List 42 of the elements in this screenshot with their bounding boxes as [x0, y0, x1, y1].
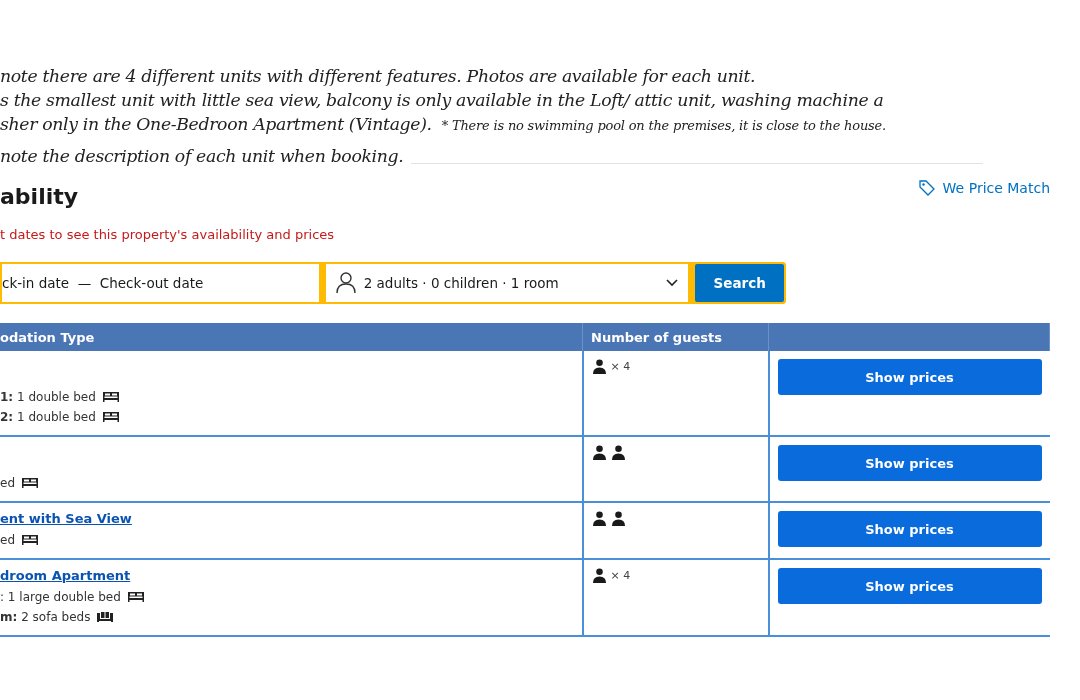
column-header: Number of guests — [582, 323, 769, 351]
footnote-text: * There is no swimming pool on the premises, it is close to the house. — [441, 118, 886, 133]
sofa-icon — [96, 611, 115, 623]
price-match-link[interactable]: We Price Match — [942, 180, 1050, 196]
person-icon — [335, 272, 356, 294]
person-icon — [591, 568, 607, 583]
person-icon — [610, 445, 626, 460]
note-text: note the description of each unit when booking. — [0, 145, 404, 168]
note-text: sher only in the One-Bedroon Apartment (Vintage). — [0, 114, 432, 134]
bed-icon — [101, 411, 120, 423]
date-field[interactable]: ck-in date — Check-out date — [0, 262, 321, 304]
note-text: note there are 4 different units with different features. Photos are available for each unit. — [0, 66, 756, 86]
bed-icon — [21, 534, 39, 546]
guest-count: × 4 — [610, 569, 631, 582]
person-icon — [591, 511, 607, 526]
bed-text: ed — [0, 532, 15, 549]
person-icon — [610, 511, 626, 526]
show-prices-button[interactable]: Show prices — [777, 568, 1042, 604]
column-header: odation Type — [0, 323, 583, 351]
show-prices-button[interactable]: Show prices — [777, 359, 1042, 395]
bed-text: ed — [0, 475, 15, 492]
bed-icon — [126, 591, 145, 603]
warning-text: t dates to see this property's availability and prices — [0, 227, 336, 242]
bed-text: m: 2 sofa beds — [0, 609, 91, 626]
bed-text: 1: 1 double bed — [0, 389, 96, 406]
bed-text: 2: 1 double bed — [0, 409, 96, 426]
person-icon — [591, 445, 607, 460]
section-title: ability — [0, 184, 79, 209]
bed-icon — [21, 477, 39, 489]
guests-field[interactable]: 2 adults · 0 children · 1 room — [323, 262, 691, 304]
bed-icon — [101, 391, 120, 403]
show-prices-button[interactable]: Show prices — [777, 445, 1042, 481]
room-link[interactable]: droom Apartment — [0, 568, 131, 583]
bed-text: : 1 large double bed — [0, 589, 121, 606]
room-link[interactable]: ent with Sea View — [0, 511, 132, 526]
chevron-icon — [666, 279, 679, 287]
person-icon — [591, 359, 607, 374]
search-button[interactable]: Search — [693, 262, 786, 304]
note-text: s the smallest unit with little sea view, balcony is only available in the Loft/ attic unit, washing machine a — [0, 90, 884, 110]
show-prices-button[interactable]: Show prices — [777, 511, 1042, 547]
guest-count: × 4 — [610, 360, 631, 373]
tag-icon — [918, 180, 935, 196]
